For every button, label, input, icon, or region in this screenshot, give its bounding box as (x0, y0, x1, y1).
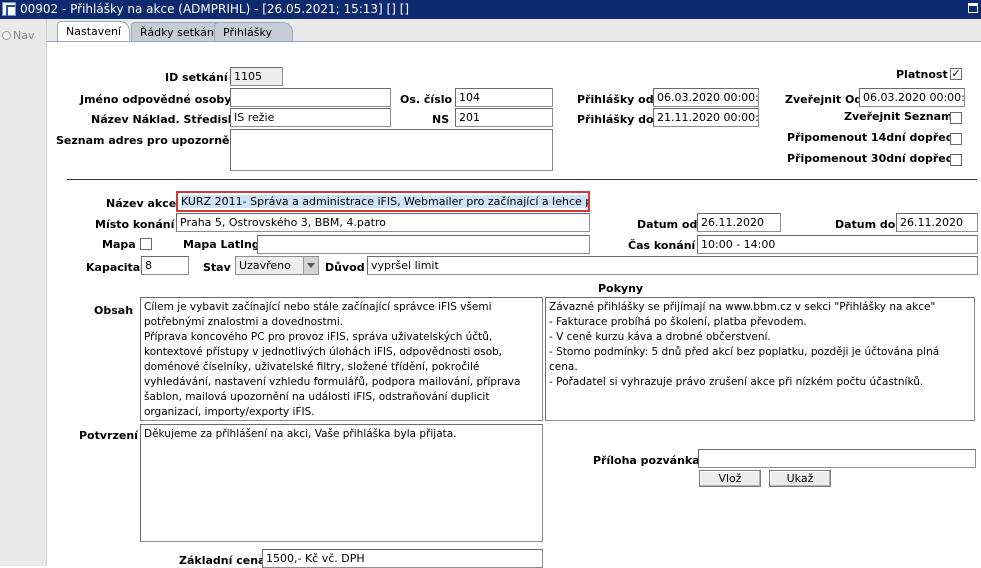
priloha-field[interactable] (698, 449, 976, 468)
platnost-checkbox[interactable]: ✓ (950, 68, 962, 80)
zverejnit-seznam-label: Zveřejnit Seznam (844, 110, 953, 123)
nazev-akce-label: Název akce (106, 197, 177, 210)
restore-window-icon[interactable] (968, 3, 978, 13)
prihlasky-od-field[interactable]: 06.03.2020 00:00:00 (653, 88, 759, 107)
misto-field[interactable]: Praha 5, Ostrovského 3, BBM, 4.patro (176, 213, 590, 232)
id-setkani-label: ID setkání (165, 71, 228, 84)
title-bar: 00902 - Přihlášky na akce (ADMPRIHL) - [… (0, 0, 981, 19)
nazev-akce-field[interactable]: KURZ 2011- Správa a administrace iFIS, W… (176, 191, 590, 212)
stav-dropdown[interactable]: Uzavřeno (235, 256, 319, 275)
os-cislo-field[interactable]: 104 (455, 88, 553, 107)
seznam-label: Seznam adres pro upozornění (56, 134, 242, 147)
ns-label: NS (432, 113, 450, 126)
window-title: 00902 - Přihlášky na akce (ADMPRIHL) - [… (20, 2, 410, 16)
tab-nastaveni[interactable]: Nastavení (57, 21, 131, 42)
app-icon (2, 2, 16, 16)
priloha-label: Příloha pozvánka (593, 454, 700, 467)
pripomenout14-checkbox[interactable] (950, 133, 962, 145)
zakladni-cena-field[interactable]: 1500,- Kč vč. DPH (262, 549, 543, 568)
chevron-down-icon[interactable] (303, 257, 318, 274)
cas-field[interactable]: 10:00 - 14:00 (697, 235, 978, 254)
datum-od-label: Datum od (637, 218, 698, 231)
tab-radky-setkani[interactable]: Řádky setkání (131, 22, 226, 41)
stav-value: Uzavřeno (239, 259, 291, 272)
nazev-akce-text: KURZ 2011- Správa a administrace iFIS, W… (181, 195, 588, 208)
seznam-field[interactable] (230, 129, 553, 171)
platnost-label: Platnost (896, 68, 948, 81)
kapacita-label: Kapacita (86, 261, 141, 274)
id-setkani-field: 1105 (230, 67, 283, 86)
ns-field[interactable]: 201 (455, 108, 553, 127)
prihlasky-do-field[interactable]: 21.11.2020 00:00:00 (653, 108, 759, 127)
duvod-field[interactable]: vypršel limit (367, 256, 978, 275)
nazev-strediska-label: Název Náklad. Střediska (91, 113, 243, 126)
pokyny-field[interactable]: Závazné přihlášky se přijímají na www.bb… (545, 297, 975, 421)
kapacita-field[interactable]: 8 (141, 256, 189, 275)
pripomenout30-checkbox[interactable] (950, 154, 962, 166)
duvod-label: Důvod (325, 261, 365, 274)
prihlasky-od-label: Přihlášky od (577, 93, 654, 106)
tab-bar: Nastavení Řádky setkání Přihlášky (47, 19, 981, 42)
mapa-latlng-field[interactable] (257, 235, 590, 254)
radio-icon (2, 31, 11, 40)
obsah-label: Obsah (94, 304, 134, 317)
nav-label: Nav (13, 29, 35, 42)
os-cislo-label: Os. číslo (400, 93, 453, 106)
jmeno-label: Jméno odpovědné osoby (80, 93, 232, 106)
section-divider (67, 179, 977, 180)
potvrzeni-field[interactable]: Děkujeme za přihlášení na akci, Vaše při… (140, 424, 543, 542)
cas-label: Čas konání (628, 239, 696, 252)
nazev-strediska-field[interactable]: IS režie (230, 108, 391, 127)
mapa-label: Mapa (102, 238, 136, 251)
datum-do-label: Datum do (835, 218, 896, 231)
mapa-latlng-label: Mapa Latlng (183, 238, 260, 251)
stav-label: Stav (203, 261, 231, 274)
ukaz-button[interactable]: Ukaž (769, 470, 831, 487)
left-strip: Nav (0, 19, 47, 566)
zakladni-cena-label: Základní cena (179, 554, 266, 567)
prihlasky-do-label: Přihlášky do (577, 113, 654, 126)
jmeno-field[interactable] (230, 88, 391, 107)
datum-od-field[interactable]: 26.11.2020 (697, 213, 781, 232)
vloz-button[interactable]: Vlož (699, 470, 761, 487)
nav-toggle[interactable]: Nav (2, 29, 34, 42)
tab-prihlasky[interactable]: Přihlášky (214, 22, 293, 41)
pokyny-label: Pokyny (598, 282, 644, 295)
datum-do-field[interactable]: 26.11.2020 (896, 213, 978, 232)
zverejnit-od-field[interactable]: 06.03.2020 00:00:00 (859, 88, 965, 107)
settings-panel: ID setkání 1105 Jméno odpovědné osoby Os… (47, 41, 981, 568)
misto-label: Místo konání (95, 218, 175, 231)
mapa-checkbox[interactable] (140, 238, 152, 250)
obsah-field[interactable]: Cílem je vybavit začínající nebo stále z… (140, 297, 543, 421)
zverejnit-od-label: Zveřejnit Od (785, 93, 863, 106)
zverejnit-seznam-checkbox[interactable] (950, 112, 962, 124)
pripomenout30-label: Připomenout 30dní dopředu (787, 152, 962, 165)
pripomenout14-label: Připomenout 14dní dopředu (787, 131, 962, 144)
potvrzeni-label: Potvrzení (79, 429, 138, 442)
